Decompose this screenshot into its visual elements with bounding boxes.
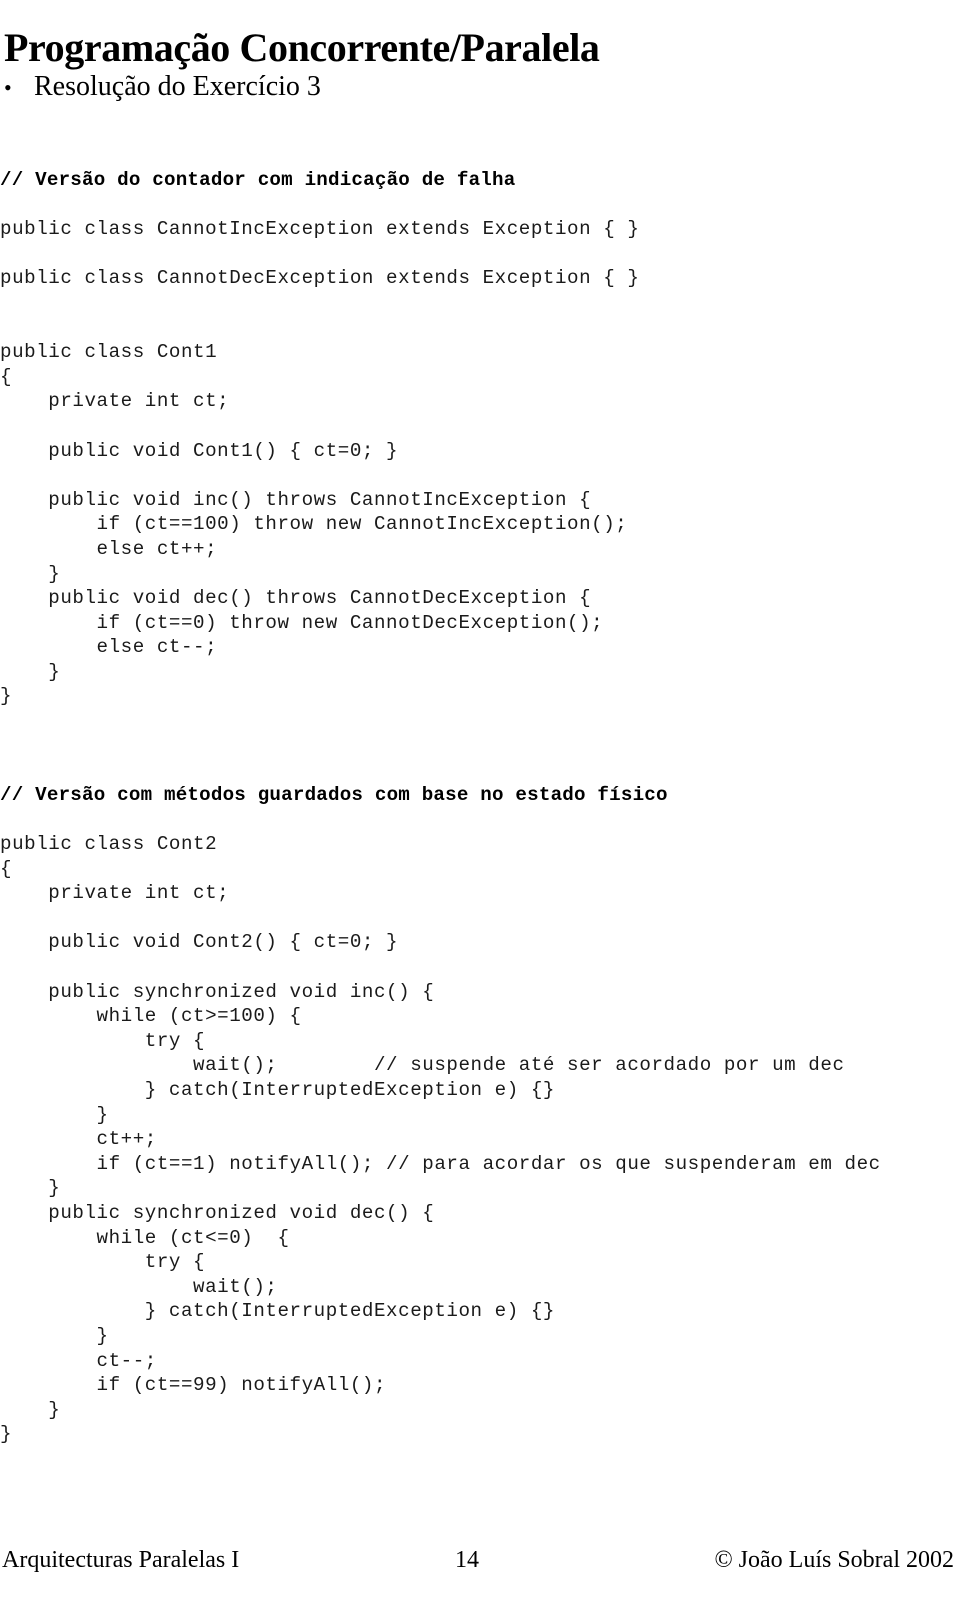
code-line: try { xyxy=(0,1029,206,1052)
bullet-item: • Resolução do Exercício 3 xyxy=(4,72,321,103)
code-line: ct--; xyxy=(0,1349,157,1372)
code-line: if (ct==0) throw new CannotDecException(… xyxy=(0,611,604,634)
code-line: } catch(InterruptedException e) {} xyxy=(0,1300,555,1323)
code-line: } xyxy=(0,1103,109,1126)
code-line: } xyxy=(0,1177,61,1200)
code-line: } xyxy=(0,562,61,585)
code-line: } xyxy=(0,660,61,683)
code-line: } xyxy=(0,685,13,708)
code-line: try { xyxy=(0,1251,206,1274)
code-line: public synchronized void inc() { xyxy=(0,980,435,1003)
code-line: public void Cont2() { ct=0; } xyxy=(0,931,399,954)
code-line: wait(); xyxy=(0,1275,278,1298)
code-line: } xyxy=(0,1423,13,1446)
bullet-point-icon: • xyxy=(4,75,12,100)
code-line: public synchronized void dec() { xyxy=(0,1201,435,1224)
code-line: public class Cont2 xyxy=(0,833,218,856)
code-line: if (ct==1) notifyAll(); // para acordar … xyxy=(0,1152,881,1175)
bullet-item-label: Resolução do Exercício 3 xyxy=(34,71,321,102)
code-line: wait(); // suspende até ser acordado por… xyxy=(0,1054,845,1077)
code-listing: // Versão do contador com indicação de f… xyxy=(0,168,960,1447)
code-line: public class Cont1 xyxy=(0,341,218,364)
code-line: } catch(InterruptedException e) {} xyxy=(0,1078,555,1101)
code-line: if (ct==100) throw new CannotIncExceptio… xyxy=(0,513,628,536)
code-line: public void Cont1() { ct=0; } xyxy=(0,439,399,462)
code-line: { xyxy=(0,857,13,880)
code-line: public void dec() throws CannotDecExcept… xyxy=(0,587,592,610)
code-comment-heading: // Versão do contador com indicação de f… xyxy=(0,169,516,191)
footer-course-name: Arquitecturas Paralelas I xyxy=(2,1547,240,1573)
code-line: public void inc() throws CannotIncExcept… xyxy=(0,488,592,511)
slide-page: Programação Concorrente/Paralela • Resol… xyxy=(0,0,960,1597)
code-line: public class CannotIncException extends … xyxy=(0,218,640,241)
page-title: Programação Concorrente/Paralela xyxy=(4,24,600,70)
code-line: else ct--; xyxy=(0,636,218,659)
code-line: while (ct<=0) { xyxy=(0,1226,290,1249)
code-line: ct++; xyxy=(0,1128,157,1151)
code-line: private int ct; xyxy=(0,882,230,905)
code-line: while (ct>=100) { xyxy=(0,1005,302,1028)
code-line: public class CannotDecException extends … xyxy=(0,267,640,290)
code-line: { xyxy=(0,365,13,388)
footer-copyright: © João Luís Sobral 2002 xyxy=(714,1547,954,1573)
footer-page-number: 14 xyxy=(455,1547,479,1573)
page-footer: Arquitecturas Paralelas I 14 © João Luís… xyxy=(0,1543,960,1583)
code-line: } xyxy=(0,1324,109,1347)
code-line: if (ct==99) notifyAll(); xyxy=(0,1374,387,1397)
code-line: } xyxy=(0,1398,61,1421)
code-line: else ct++; xyxy=(0,537,218,560)
code-line: private int ct; xyxy=(0,390,230,413)
code-comment-heading: // Versão com métodos guardados com base… xyxy=(0,783,668,806)
